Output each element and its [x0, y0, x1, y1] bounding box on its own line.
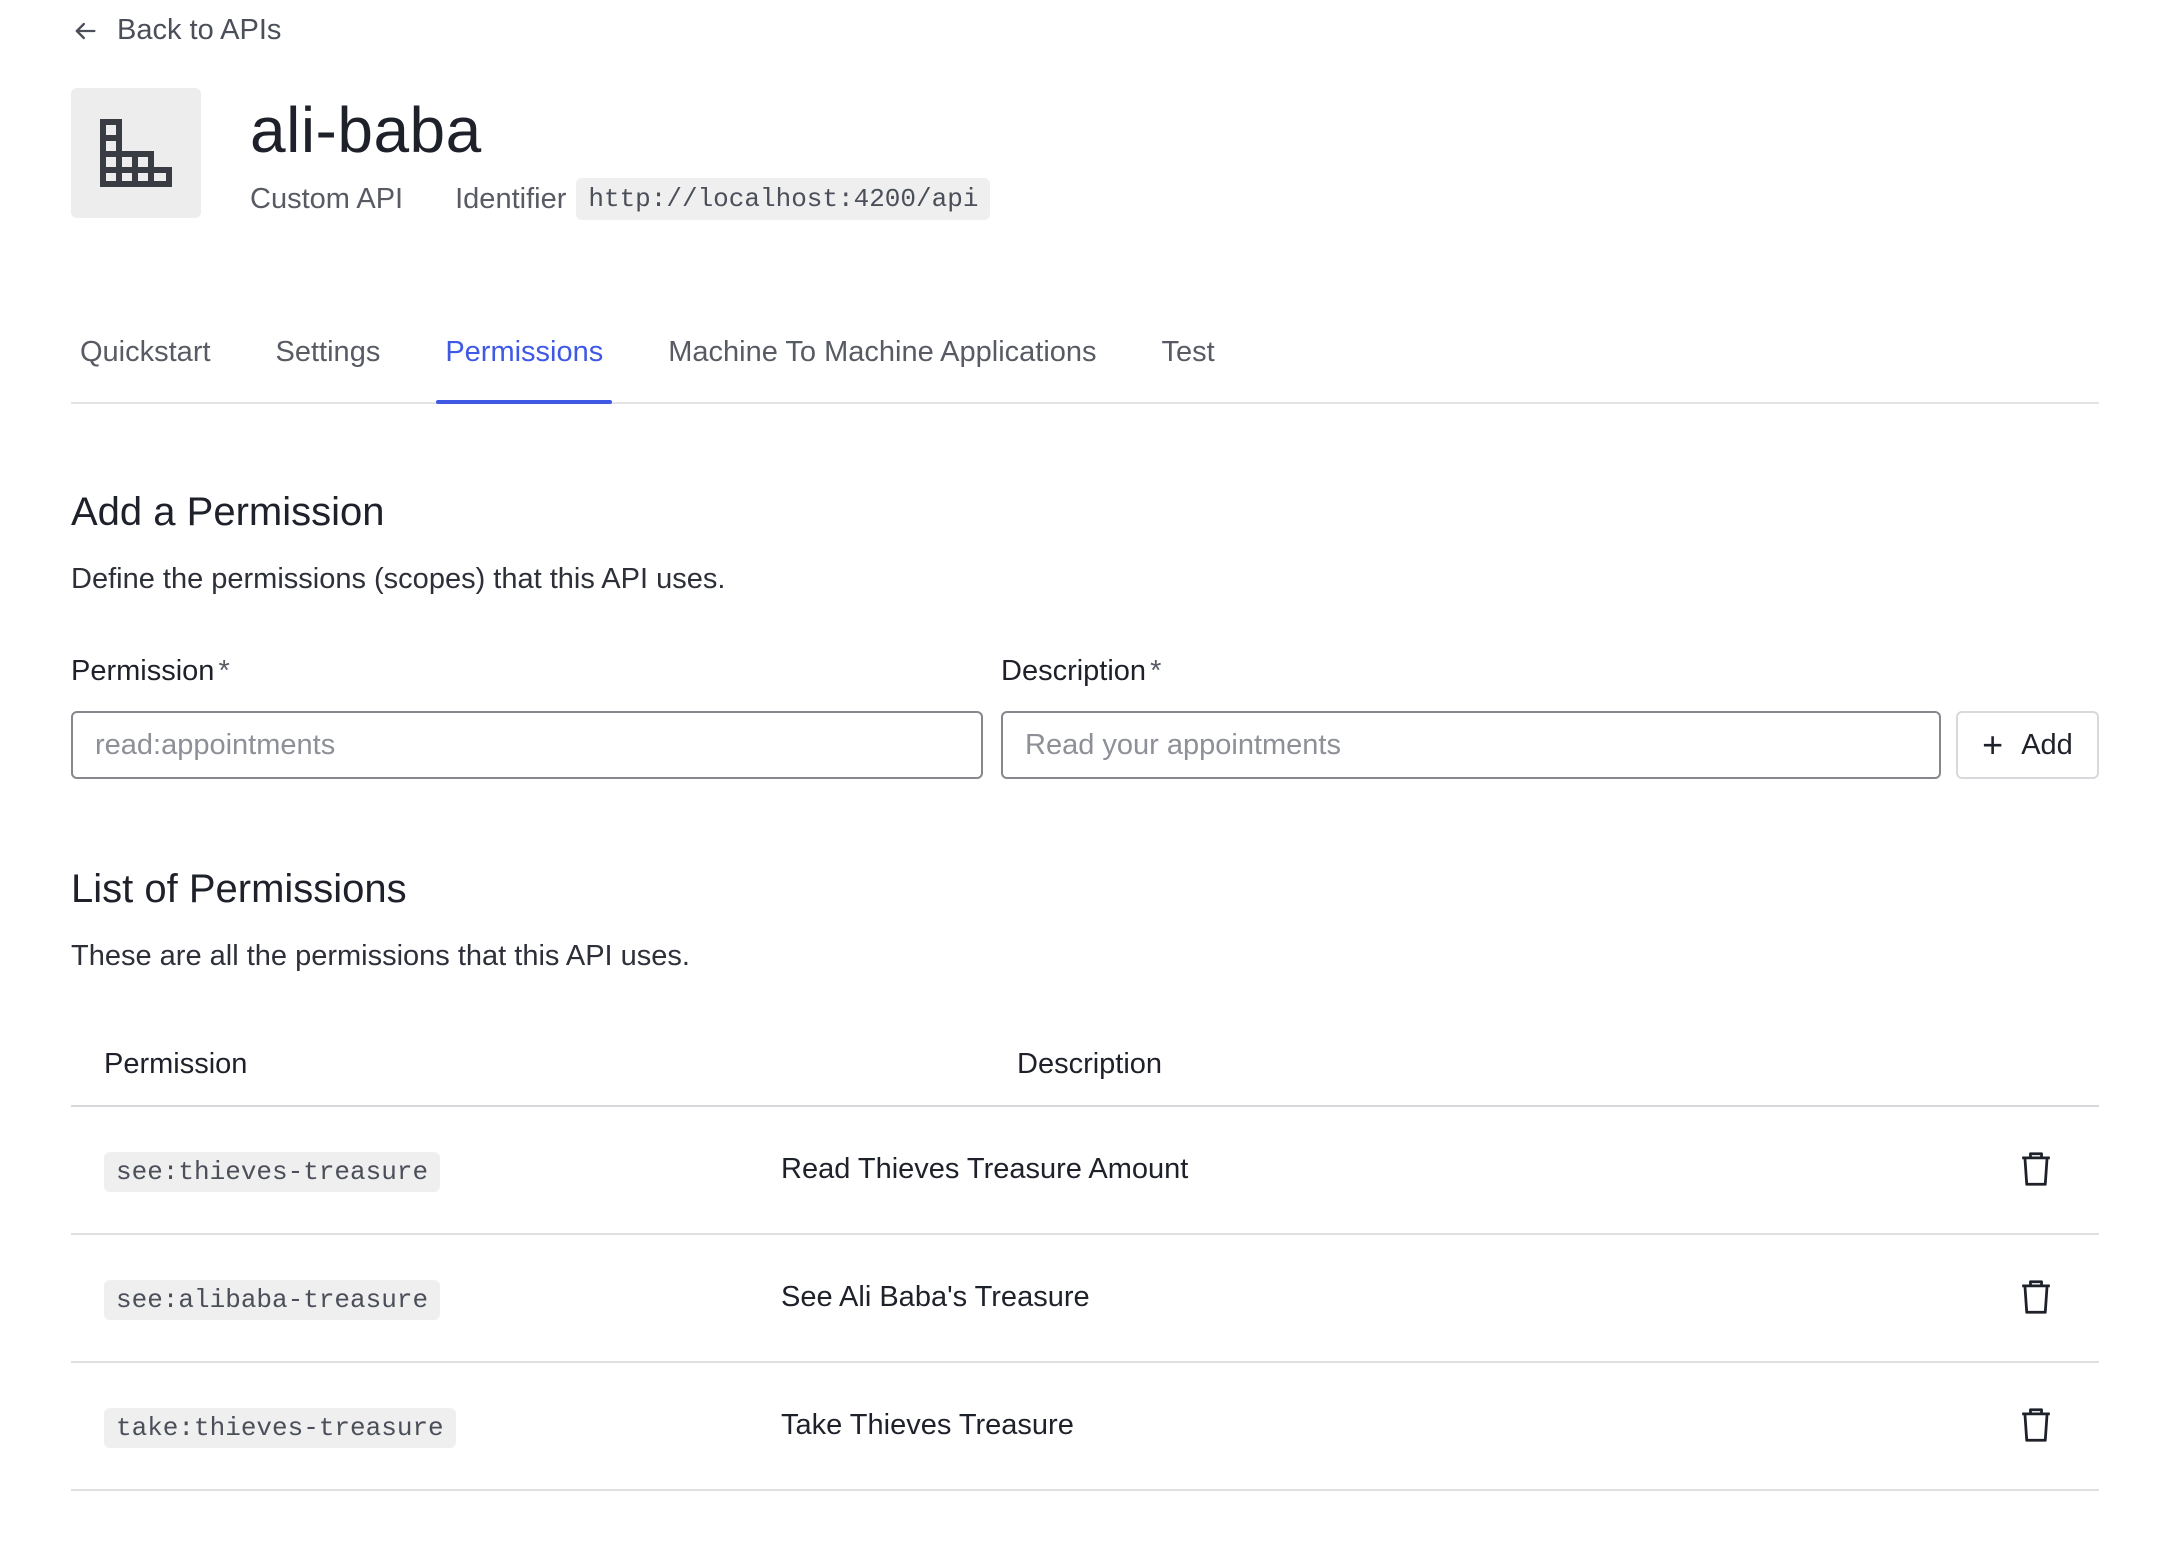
- api-title: ali-baba: [250, 94, 482, 166]
- tab-settings[interactable]: Settings: [267, 322, 390, 386]
- add-button-label: Add: [2021, 728, 2073, 761]
- description-input[interactable]: [1001, 711, 1941, 779]
- permission-label-text: Permission: [71, 655, 215, 687]
- list-permissions-description: These are all the permissions that this …: [71, 940, 690, 972]
- permission-input[interactable]: [71, 711, 983, 779]
- required-mark: *: [1150, 655, 1162, 687]
- add-permission-title: Add a Permission: [71, 490, 385, 534]
- permission-description: See Ali Baba's Treasure: [781, 1281, 1090, 1313]
- column-header-permission: Permission: [104, 1048, 248, 1080]
- permissions-table: Permission Description see:thieves-treas…: [71, 1030, 2099, 1491]
- required-mark: *: [218, 655, 230, 687]
- trash-icon[interactable]: [2019, 1151, 2053, 1187]
- permission-scope: see:thieves-treasure: [104, 1152, 441, 1192]
- list-permissions-title: List of Permissions: [71, 867, 407, 911]
- tab-test[interactable]: Test: [1153, 322, 1224, 386]
- tab-machine-to-machine-applications[interactable]: Machine To Machine Applications: [659, 322, 1105, 386]
- add-permission-button[interactable]: + Add: [1956, 711, 2099, 779]
- permission-field-label: Permission *: [71, 655, 230, 688]
- add-permission-description: Define the permissions (scopes) that thi…: [71, 563, 726, 595]
- tab-permissions[interactable]: Permissions: [436, 322, 613, 404]
- arrow-left-icon: [75, 22, 96, 39]
- plus-icon: +: [1982, 724, 2004, 765]
- table-row: take:thieves-treasure Take Thieves Treas…: [71, 1363, 2099, 1491]
- api-avatar: [71, 88, 201, 218]
- api-meta: Custom API Identifier http://localhost:4…: [250, 178, 991, 220]
- permission-scope: see:alibaba-treasure: [104, 1280, 441, 1320]
- back-to-apis-link[interactable]: Back to APIs: [71, 14, 281, 47]
- trash-icon[interactable]: [2019, 1407, 2053, 1443]
- tab-bar: Quickstart Settings Permissions Machine …: [71, 322, 2099, 404]
- description-label-text: Description: [1001, 655, 1147, 687]
- identifier-label: Identifier: [455, 182, 567, 215]
- permission-description: Read Thieves Treasure Amount: [781, 1153, 1189, 1185]
- back-to-apis-label: Back to APIs: [117, 14, 282, 46]
- identifier-value: http://localhost:4200/api: [576, 178, 991, 220]
- permission-description: Take Thieves Treasure: [781, 1409, 1074, 1441]
- building-blocks-icon: [100, 119, 172, 187]
- description-field-label: Description *: [1001, 655, 1161, 688]
- tab-quickstart[interactable]: Quickstart: [71, 322, 220, 386]
- api-type: Custom API: [250, 182, 404, 215]
- permission-scope: take:thieves-treasure: [104, 1408, 456, 1448]
- table-header: Permission Description: [71, 1030, 2099, 1107]
- table-row: see:alibaba-treasure See Ali Baba's Trea…: [71, 1235, 2099, 1363]
- table-row: see:thieves-treasure Read Thieves Treasu…: [71, 1107, 2099, 1235]
- trash-icon[interactable]: [2019, 1279, 2053, 1315]
- column-header-description: Description: [1017, 1048, 1163, 1080]
